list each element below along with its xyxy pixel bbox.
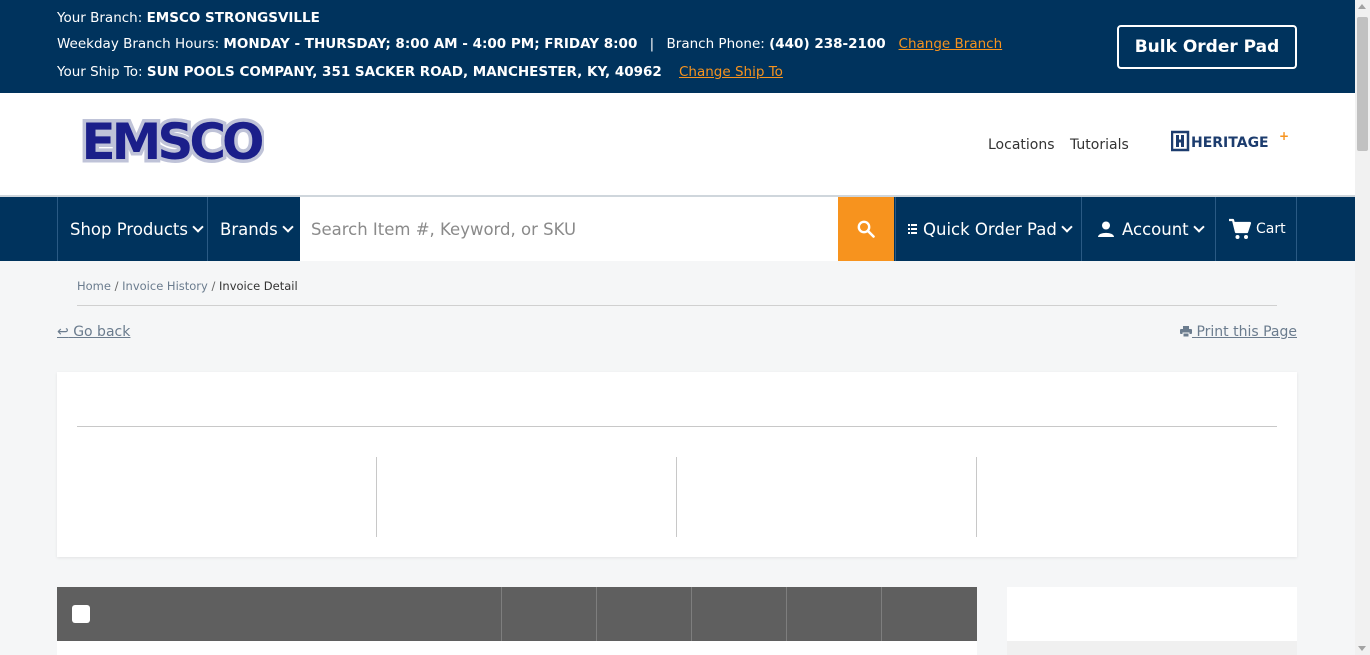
site-header: EMSCO EMSCO Locations Tutorials HERITAGE… — [0, 93, 1355, 195]
branch-name: EMSCO STRONGSVILLE — [146, 10, 320, 26]
search-icon — [857, 220, 875, 238]
breadcrumb-home[interactable]: Home — [77, 279, 111, 293]
select-all-checkbox[interactable] — [72, 605, 90, 623]
page-scrollbar[interactable] — [1355, 0, 1370, 655]
locations-link[interactable]: Locations — [988, 137, 1055, 153]
heritage-logo[interactable]: HERITAGE + — [1171, 129, 1291, 155]
breadcrumb-separator: / — [114, 279, 119, 293]
main-nav: Shop Products Brands Quick Order Pad Acc… — [0, 195, 1355, 261]
account-menu[interactable]: Account — [1081, 197, 1215, 261]
print-page-link[interactable]: Print this Page — [1180, 324, 1297, 340]
back-arrow-icon: ↩ — [57, 324, 69, 340]
go-back-link[interactable]: ↩ Go back — [57, 324, 130, 340]
separator: | — [649, 36, 655, 52]
hours-value: MONDAY - THURSDAY; 8:00 AM - 4:00 PM; FR… — [223, 36, 638, 52]
logo-text: EMSCO — [81, 113, 262, 169]
branch-label: Your Branch: — [57, 10, 143, 26]
printer-icon — [1180, 326, 1192, 338]
header-column-divider — [881, 587, 882, 641]
summary-card-footer — [1007, 641, 1297, 655]
cart-label: Cart — [1256, 221, 1286, 237]
shipto-line: Your Ship To: SUN POOLS COMPANY, 351 SAC… — [57, 64, 783, 80]
breadcrumb: Home / Invoice History / Invoice Detail — [77, 279, 298, 293]
chevron-down-icon — [282, 221, 294, 233]
column-divider — [676, 457, 677, 537]
scrollbar-thumb[interactable] — [1357, 17, 1368, 151]
order-summary-card — [1007, 587, 1297, 655]
quick-order-label: Quick Order Pad — [923, 219, 1057, 239]
shipto-label: Your Ship To: — [57, 64, 143, 80]
go-back-label: Go back — [73, 324, 131, 340]
print-page-label: Print this Page — [1196, 324, 1297, 340]
breadcrumb-invoice-history[interactable]: Invoice History — [122, 279, 208, 293]
header-column-divider — [596, 587, 597, 641]
line-items-table-header — [57, 587, 977, 641]
heritage-mark-crossbar — [1176, 139, 1184, 143]
line-items-table-body — [57, 641, 977, 655]
cart-button[interactable]: Cart — [1215, 197, 1297, 261]
user-icon — [1098, 221, 1114, 237]
heritage-plus-icon: + — [1279, 129, 1289, 143]
branch-info-bar: Your Branch: EMSCO STRONGSVILLE Weekday … — [0, 0, 1370, 93]
heritage-wordmark: HERITAGE — [1191, 135, 1269, 151]
header-column-divider — [786, 587, 787, 641]
branch-line: Your Branch: EMSCO STRONGSVILLE — [57, 10, 320, 26]
breadcrumb-separator: / — [211, 279, 216, 293]
chevron-down-icon — [1061, 221, 1073, 233]
bulk-order-pad-button[interactable]: Bulk Order Pad — [1117, 25, 1297, 69]
column-divider — [376, 457, 377, 537]
search-button[interactable] — [838, 197, 894, 261]
header-column-divider — [501, 587, 502, 641]
chevron-down-icon — [1192, 221, 1205, 233]
shipto-value: SUN POOLS COMPANY, 351 SACKER ROAD, MANC… — [146, 64, 662, 80]
shop-products-menu[interactable]: Shop Products — [57, 197, 207, 261]
brands-label: Brands — [220, 219, 278, 239]
tutorials-link[interactable]: Tutorials — [1070, 137, 1129, 153]
chevron-down-icon — [192, 221, 204, 233]
invoice-summary-card — [57, 372, 1297, 557]
account-label: Account — [1122, 219, 1189, 239]
phone-label: Branch Phone: — [666, 36, 765, 52]
scroll-up-arrow-icon[interactable] — [1358, 4, 1366, 9]
cart-icon — [1229, 218, 1252, 239]
search-input[interactable] — [300, 197, 838, 261]
change-shipto-link[interactable]: Change Ship To — [679, 64, 783, 80]
column-divider — [976, 457, 977, 537]
quick-order-pad-menu[interactable]: Quick Order Pad — [895, 197, 1081, 261]
card-divider — [77, 426, 1277, 427]
breadcrumb-divider — [77, 305, 1277, 306]
shop-products-label: Shop Products — [70, 219, 188, 239]
hours-label: Weekday Branch Hours: — [57, 36, 220, 52]
scroll-down-arrow-icon[interactable] — [1358, 646, 1366, 651]
emsco-logo[interactable]: EMSCO EMSCO — [78, 113, 264, 169]
hours-line: Weekday Branch Hours: MONDAY - THURSDAY;… — [57, 36, 1002, 52]
change-branch-link[interactable]: Change Branch — [899, 36, 1003, 52]
breadcrumb-current: Invoice Detail — [219, 279, 298, 293]
brands-menu[interactable]: Brands — [207, 197, 300, 261]
phone-value: (440) 238-2100 — [769, 36, 886, 52]
header-column-divider — [691, 587, 692, 641]
list-icon — [908, 223, 917, 234]
